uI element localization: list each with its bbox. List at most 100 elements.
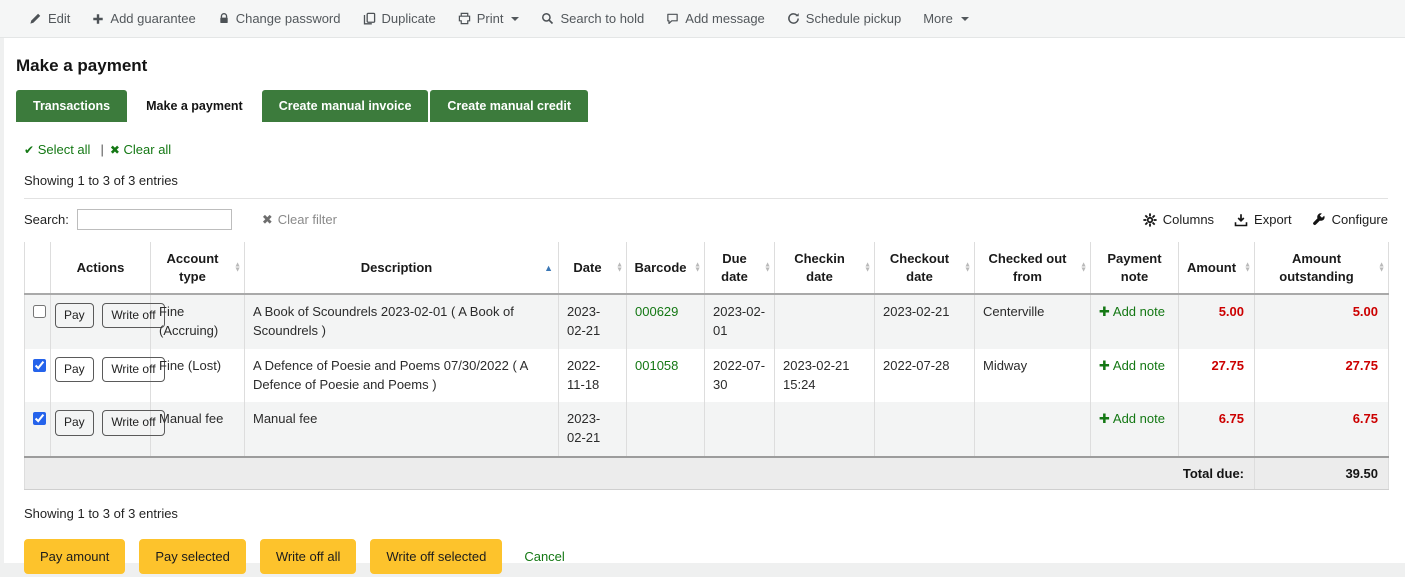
change-password-button[interactable]: Change password [207, 0, 352, 38]
wrench-icon [1312, 213, 1326, 227]
tab-create-manual-credit[interactable]: Create manual credit [430, 90, 588, 122]
clear-all-link[interactable]: ✖ Clear all [110, 142, 171, 157]
payment-actions: Pay amount Pay selected Write off all Wr… [24, 539, 1389, 574]
amount-outstanding-cell: 6.75 [1255, 402, 1389, 457]
sort-icon: ▲▼ [964, 262, 971, 273]
row-select-checkbox[interactable] [33, 359, 46, 372]
pay-button[interactable]: Pay [55, 303, 94, 328]
due-date-cell: 2023-02-01 [705, 294, 775, 349]
row-select-checkbox[interactable] [33, 412, 46, 425]
col-header-date[interactable]: Date▲▼ [559, 242, 627, 294]
write-off-all-button[interactable]: Write off all [260, 539, 357, 574]
patron-toolbar: Edit Add guarantee Change password Dupli… [0, 0, 1405, 38]
export-button[interactable]: Export [1234, 212, 1292, 227]
pay-button[interactable]: Pay [55, 357, 94, 382]
sort-icon: ▲▼ [234, 262, 241, 273]
col-header-checked-out-from[interactable]: Checked out from▲▼ [975, 242, 1091, 294]
tab-transactions[interactable]: Transactions [16, 90, 127, 122]
row-select-checkbox[interactable] [33, 305, 46, 318]
col-header-barcode[interactable]: Barcode▲▼ [627, 242, 705, 294]
barcode-cell [627, 402, 705, 457]
col-header-account-type[interactable]: Account type▲▼ [151, 242, 245, 294]
refresh-icon [787, 12, 800, 25]
edit-label: Edit [48, 11, 70, 26]
tab-make-a-payment[interactable]: Make a payment [129, 90, 260, 122]
add-guarantee-button[interactable]: Add guarantee [81, 0, 206, 38]
total-due-label: Total due: [25, 457, 1255, 490]
write-off-button[interactable]: Write off [102, 357, 164, 382]
col-header-checkout-date[interactable]: Checkout date▲▼ [875, 242, 975, 294]
col-header-due-date[interactable]: Due date▲▼ [705, 242, 775, 294]
checked-out-from-cell: Centerville [975, 294, 1091, 349]
search-icon [541, 12, 554, 25]
print-icon [458, 12, 471, 25]
lock-icon [218, 12, 230, 25]
search-input[interactable] [77, 209, 232, 230]
sort-icon: ▲▼ [694, 262, 701, 273]
clear-filter-button[interactable]: ✖ Clear filter [262, 212, 337, 228]
date-cell: 2023-02-21 [559, 402, 627, 457]
entries-info-bottom: Showing 1 to 3 of 3 entries [24, 506, 1388, 521]
gear-icon [1143, 213, 1157, 227]
table-row: Pay Write off Manual fee Manual fee 2023… [25, 402, 1389, 457]
sort-icon: ▲▼ [1244, 262, 1251, 273]
sort-icon: ▲▼ [1378, 262, 1385, 273]
write-off-selected-button[interactable]: Write off selected [370, 539, 502, 574]
schedule-pickup-button[interactable]: Schedule pickup [776, 0, 912, 38]
add-note-link[interactable]: ✚Add note [1099, 411, 1165, 426]
caret-down-icon [511, 17, 519, 21]
account-tabs: Transactions Make a payment Create manua… [16, 90, 1389, 122]
checkout-date-cell [875, 402, 975, 457]
caret-down-icon [961, 17, 969, 21]
barcode-link[interactable]: 000629 [635, 304, 678, 319]
amount-cell: 5.00 [1179, 294, 1255, 349]
sort-icon: ▲▼ [764, 262, 771, 273]
amount-cell: 6.75 [1179, 402, 1255, 457]
barcode-cell: 001058 [627, 349, 705, 403]
cancel-link[interactable]: Cancel [524, 549, 564, 564]
table-row: Pay Write off Fine (Lost) A Defence of P… [25, 349, 1389, 403]
col-header-amount-outstanding[interactable]: Amount outstanding▲▼ [1255, 242, 1389, 294]
sort-icon: ▲▼ [616, 262, 623, 273]
print-button[interactable]: Print [447, 0, 531, 38]
write-off-button[interactable]: Write off [102, 410, 164, 435]
select-all-link[interactable]: ✔ Select all [24, 142, 90, 157]
checked-out-from-cell [975, 402, 1091, 457]
more-button[interactable]: More [912, 0, 980, 38]
pay-amount-button[interactable]: Pay amount [24, 539, 125, 574]
duplicate-label: Duplicate [382, 11, 436, 26]
plus-icon [92, 13, 104, 25]
table-row: Pay Write off Fine (Accruing) A Book of … [25, 294, 1389, 349]
main-content: Make a payment Transactions Make a payme… [4, 38, 1405, 563]
add-message-button[interactable]: Add message [655, 0, 776, 38]
barcode-link[interactable]: 001058 [635, 358, 678, 373]
change-password-label: Change password [236, 11, 341, 26]
write-off-button[interactable]: Write off [102, 303, 164, 328]
configure-button[interactable]: Configure [1312, 212, 1388, 227]
account-type-cell: Manual fee [151, 402, 245, 457]
pay-button[interactable]: Pay [55, 410, 94, 435]
add-note-link[interactable]: ✚Add note [1099, 358, 1165, 373]
amount-outstanding-cell: 27.75 [1255, 349, 1389, 403]
add-message-label: Add message [685, 11, 765, 26]
pay-selected-button[interactable]: Pay selected [139, 539, 245, 574]
check-icon: ✔ [24, 143, 34, 157]
add-note-link[interactable]: ✚Add note [1099, 304, 1165, 319]
search-to-hold-button[interactable]: Search to hold [530, 0, 655, 38]
duplicate-button[interactable]: Duplicate [352, 0, 447, 38]
col-header-checkin-date[interactable]: Checkin date▲▼ [775, 242, 875, 294]
sort-asc-icon: ▲ [544, 261, 553, 273]
header-row: Actions Account type▲▼ Description▲ Date… [25, 242, 1389, 294]
link-separator: | [100, 142, 103, 157]
description-cell: Manual fee [245, 402, 559, 457]
payment-note-cell: ✚Add note [1091, 294, 1179, 349]
x-icon: ✖ [110, 143, 120, 157]
search-label: Search: [24, 212, 69, 227]
columns-button[interactable]: Columns [1143, 212, 1214, 227]
col-header-description[interactable]: Description▲ [245, 242, 559, 294]
col-header-amount[interactable]: Amount▲▼ [1179, 242, 1255, 294]
tab-create-manual-invoice[interactable]: Create manual invoice [262, 90, 429, 122]
edit-button[interactable]: Edit [18, 0, 81, 38]
payment-note-cell: ✚Add note [1091, 402, 1179, 457]
account-type-cell: Fine (Accruing) [151, 294, 245, 349]
